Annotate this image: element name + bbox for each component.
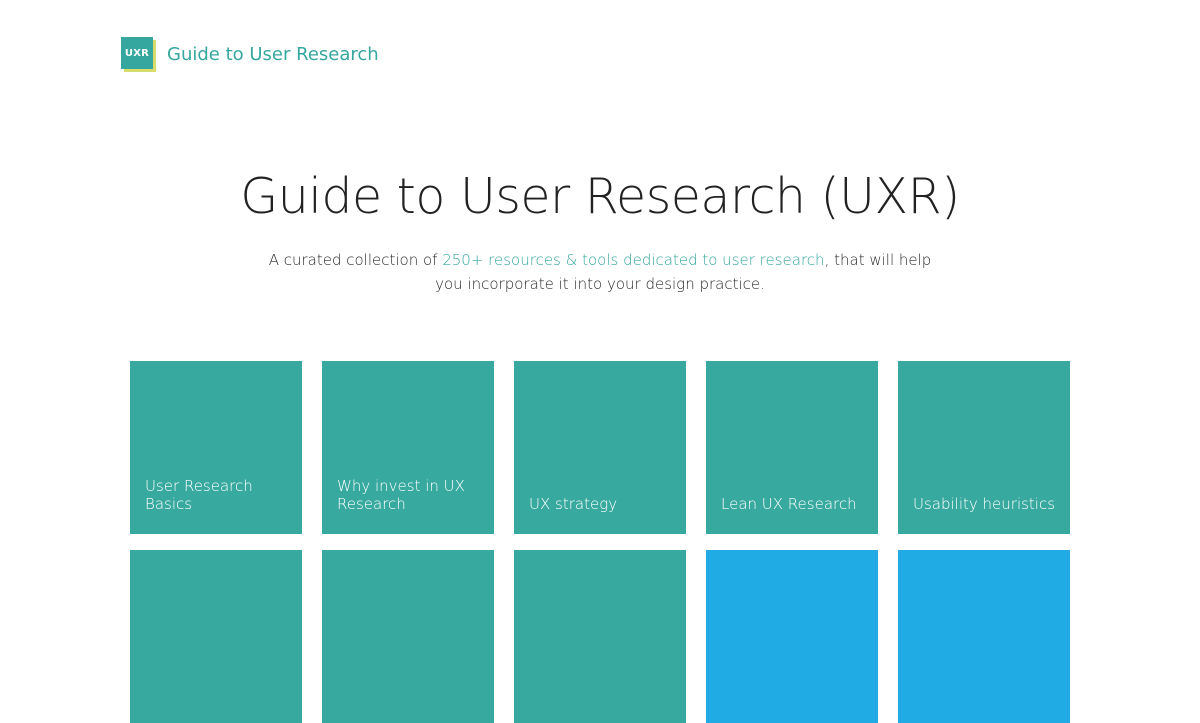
intro-text-start: A curated collection of (268, 251, 443, 269)
topic-tile-row-2-3[interactable] (514, 550, 686, 723)
topic-tile-row-2-5[interactable] (898, 550, 1070, 723)
topic-tile-label: Why invest in UX Research (337, 477, 465, 513)
topic-tile-row-2-1[interactable] (130, 550, 302, 723)
site-logo[interactable]: UXR (121, 37, 156, 72)
topic-grid: User Research Basics Why invest in UX Re… (130, 361, 1070, 723)
intro-text: A curated collection of 250+ resources &… (260, 248, 940, 296)
topic-tile-row-2-4[interactable] (706, 550, 878, 723)
topic-tile-why-invest-in-ux-research[interactable]: Why invest in UX Research (322, 361, 494, 534)
site-title-link[interactable]: Guide to User Research (167, 44, 379, 65)
topic-tile-label: UX strategy (529, 495, 618, 513)
topic-tile-lean-ux-research[interactable]: Lean UX Research (706, 361, 878, 534)
topic-tile-label: Usability heuristics (913, 495, 1056, 513)
hero-section: Guide to User Research (UXR) A curated c… (0, 166, 1200, 296)
topic-tile-usability-heuristics[interactable]: Usability heuristics (898, 361, 1070, 534)
page-title: Guide to User Research (UXR) (240, 168, 960, 225)
site-header: UXR Guide to User Research (121, 37, 379, 72)
topic-tile-ux-strategy[interactable]: UX strategy (514, 361, 686, 534)
topic-tile-user-research-basics[interactable]: User Research Basics (130, 361, 302, 534)
logo-mark: UXR (121, 37, 153, 69)
topic-tile-label: User Research Basics (145, 477, 253, 513)
topic-tile-row-2-2[interactable] (322, 550, 494, 723)
resources-link[interactable]: 250+ resources & tools dedicated to user… (442, 251, 824, 269)
topic-tile-label: Lean UX Research (721, 495, 857, 513)
